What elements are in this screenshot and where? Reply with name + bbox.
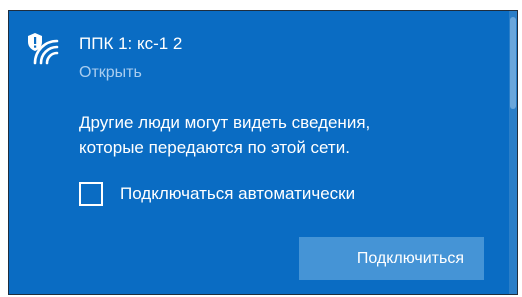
security-warning-line: Другие люди могут видеть сведения, [79, 113, 371, 132]
network-name: ППК 1: кс-1 2 [79, 34, 183, 53]
autoconnect-option[interactable]: Подключаться автоматически [79, 179, 355, 209]
scroll-thumb[interactable] [510, 17, 516, 109]
security-warning: Другие люди могут видеть сведения, котор… [79, 110, 499, 160]
connect-button[interactable]: Подключиться [299, 237, 484, 280]
connect-button-label: Подключиться [356, 249, 464, 267]
security-warning-line: которые передаются по этой сети. [79, 138, 350, 157]
autoconnect-checkbox[interactable] [79, 182, 103, 206]
wifi-shield-icon [26, 32, 60, 66]
open-link[interactable]: Открыть [79, 63, 142, 83]
wifi-network-flyout: ППК 1: кс-1 2 Открыть Другие люди могут … [8, 10, 518, 295]
scrollbar[interactable] [509, 11, 517, 294]
autoconnect-label: Подключаться автоматически [120, 184, 356, 203]
